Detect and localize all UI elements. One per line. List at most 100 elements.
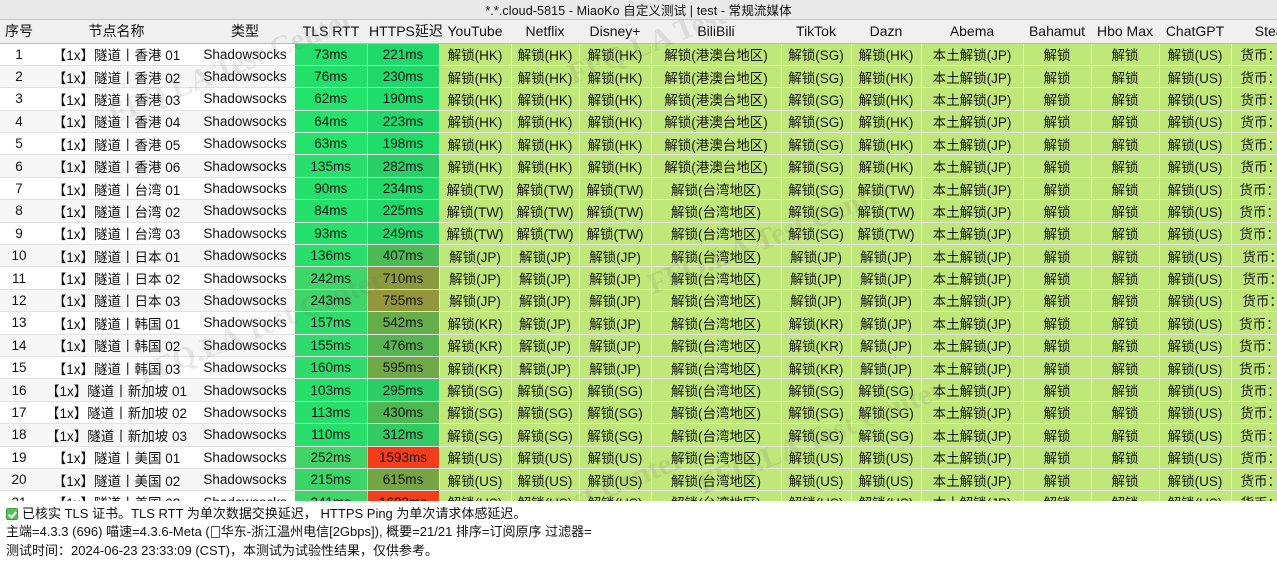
table-row[interactable]: 14 【1x】隧道丨韩国 02 Shadowsocks 155ms 476ms 解锁(KR… <box>0 334 1277 357</box>
column-header-hbomax[interactable]: Hbo Max <box>1091 20 1159 44</box>
media-cell-netflix: 解锁(HK) <box>511 65 580 89</box>
column-header-tls[interactable]: TLS RTT <box>295 20 367 44</box>
tls-rtt-cell: 135ms <box>295 154 368 178</box>
media-cell-netflix: 解锁(SG) <box>511 401 580 425</box>
media-cell-bilibili: 解锁(台湾地区) <box>651 401 782 425</box>
table-row[interactable]: 17 【1x】隧道丨新加坡 02 Shadowsocks 113ms 430ms 解锁(S… <box>0 401 1277 425</box>
column-header-dazn[interactable]: Dazn <box>851 20 921 44</box>
column-header-bahamut[interactable]: Bahamut <box>1023 20 1091 44</box>
table-row[interactable]: 8 【1x】隧道丨台湾 02 Shadowsocks 84ms 225ms 解锁(TW) 解… <box>0 199 1277 223</box>
row-index-cell: 14 <box>0 334 38 357</box>
media-cell-netflix: 解锁(US) <box>511 446 580 469</box>
table-row[interactable]: 15 【1x】隧道丨韩国 03 Shadowsocks 160ms 595ms 解锁(KR… <box>0 356 1277 380</box>
node-name-cell: 【1x】隧道丨台湾 01 <box>38 177 195 201</box>
table-row[interactable]: 16 【1x】隧道丨新加坡 01 Shadowsocks 103ms 295ms 解锁(S… <box>0 378 1277 402</box>
media-cell-chatgpt: 解锁(US) <box>1159 244 1232 268</box>
table-row[interactable]: 9 【1x】隧道丨台湾 03 Shadowsocks 93ms 249ms 解锁(TW) 解… <box>0 222 1277 246</box>
media-cell-steam: 货币：TWD <box>1231 222 1277 246</box>
media-cell-hbomax: 解锁 <box>1091 110 1160 134</box>
node-name-cell: 【1x】隧道丨日本 03 <box>38 289 195 313</box>
media-cell-abema: 本土解锁(JP) <box>921 43 1024 66</box>
column-header-abema[interactable]: Abema <box>921 20 1023 44</box>
column-header-bilibili[interactable]: BiliBili <box>651 20 781 44</box>
media-cell-tiktok: 解锁(SG) <box>781 132 852 156</box>
row-index-cell: 7 <box>0 177 38 201</box>
node-name-cell: 【1x】隧道丨韩国 03 <box>38 356 195 380</box>
table-row[interactable]: 19 【1x】隧道丨美国 01 Shadowsocks 252ms 1593ms 解锁(U… <box>0 446 1277 469</box>
table-row[interactable]: 7 【1x】隧道丨台湾 01 Shadowsocks 90ms 234ms 解锁(TW) 解… <box>0 177 1277 201</box>
table-row[interactable]: 6 【1x】隧道丨香港 06 Shadowsocks 135ms 282ms 解锁(HK)… <box>0 154 1277 178</box>
column-header-type[interactable]: 类型 <box>195 20 295 44</box>
media-cell-chatgpt: 解锁(US) <box>1159 289 1232 313</box>
media-cell-abema: 本土解锁(JP) <box>921 154 1024 178</box>
https-delay-cell: 595ms <box>367 356 440 380</box>
media-cell-steam: 货币：HKD <box>1231 87 1277 111</box>
column-header-netflix[interactable]: Netflix <box>511 20 579 44</box>
media-cell-dazn: 解锁(SG) <box>851 401 922 425</box>
media-cell-abema: 本土解锁(JP) <box>921 356 1024 380</box>
https-delay-cell: 295ms <box>367 378 440 402</box>
column-header-name[interactable]: 节点名称 <box>38 20 195 44</box>
table-row[interactable]: 13 【1x】隧道丨韩国 01 Shadowsocks 157ms 542ms 解锁(KR… <box>0 311 1277 335</box>
media-cell-steam: 货币：JPY <box>1231 289 1277 313</box>
media-cell-bahamut: 解锁 <box>1023 446 1092 469</box>
media-cell-hbomax: 解锁 <box>1091 311 1160 335</box>
media-cell-netflix: 解锁(JP) <box>511 266 580 290</box>
table-row[interactable]: 11 【1x】隧道丨日本 02 Shadowsocks 242ms 710ms 解锁(JP… <box>0 266 1277 290</box>
media-cell-abema: 本土解锁(JP) <box>921 199 1024 223</box>
media-cell-disney: 解锁(SG) <box>579 401 652 425</box>
footer-line-version: 主端=4.3.3 (696) 喵速=4.3.6-Meta (华东-浙江温州电信[… <box>6 523 1271 542</box>
https-delay-cell: 755ms <box>367 289 440 313</box>
table-row[interactable]: 12 【1x】隧道丨日本 03 Shadowsocks 243ms 755ms 解锁(JP… <box>0 289 1277 313</box>
media-cell-steam: 货币：TWD <box>1231 199 1277 223</box>
media-cell-steam: 货币：KRW <box>1231 311 1277 335</box>
media-cell-bahamut: 解锁 <box>1023 110 1092 134</box>
media-cell-disney: 解锁(HK) <box>579 43 652 66</box>
media-cell-bahamut: 解锁 <box>1023 177 1092 201</box>
table-row[interactable]: 4 【1x】隧道丨香港 04 Shadowsocks 64ms 223ms 解锁(HK) 解… <box>0 110 1277 134</box>
media-cell-tiktok: 解锁(SG) <box>781 199 852 223</box>
media-cell-disney: 解锁(JP) <box>579 334 652 357</box>
tls-rtt-cell: 73ms <box>295 43 368 66</box>
column-header-steam[interactable]: Steam <box>1231 20 1277 44</box>
tls-rtt-cell: 242ms <box>295 266 368 290</box>
row-index-cell: 20 <box>0 468 38 492</box>
media-cell-bahamut: 解锁 <box>1023 222 1092 246</box>
media-cell-bahamut: 解锁 <box>1023 401 1092 425</box>
node-type-cell: Shadowsocks <box>195 177 295 201</box>
tls-rtt-cell: 243ms <box>295 289 368 313</box>
table-row[interactable]: 20 【1x】隧道丨美国 02 Shadowsocks 215ms 615ms 解锁(US… <box>0 468 1277 492</box>
media-cell-tiktok: 解锁(KR) <box>781 356 852 380</box>
node-name-cell: 【1x】隧道丨新加坡 03 <box>38 423 195 447</box>
media-cell-tiktok: 解锁(SG) <box>781 378 852 402</box>
table-row[interactable]: 5 【1x】隧道丨香港 05 Shadowsocks 63ms 198ms 解锁(HK) 解… <box>0 132 1277 156</box>
column-header-tiktok[interactable]: TikTok <box>781 20 851 44</box>
tls-rtt-cell: 113ms <box>295 401 368 425</box>
media-cell-steam: 货币：JPY <box>1231 244 1277 268</box>
table-row[interactable]: 18 【1x】隧道丨新加坡 03 Shadowsocks 110ms 312ms 解锁(S… <box>0 423 1277 447</box>
column-header-youtube[interactable]: YouTube <box>439 20 511 44</box>
media-cell-bahamut: 解锁 <box>1023 266 1092 290</box>
media-cell-tiktok: 解锁(SG) <box>781 401 852 425</box>
tls-rtt-cell: 62ms <box>295 87 368 111</box>
column-header-https[interactable]: HTTPS延迟 <box>367 20 443 44</box>
row-index-cell: 19 <box>0 446 38 469</box>
media-cell-youtube: 解锁(KR) <box>439 311 512 335</box>
column-header-chatgpt[interactable]: ChatGPT <box>1159 20 1231 44</box>
column-header-disney[interactable]: Disney+ <box>579 20 651 44</box>
tls-rtt-cell: 215ms <box>295 468 368 492</box>
table-row[interactable]: 1 【1x】隧道丨香港 01 Shadowsocks 73ms 221ms 解锁(HK) 解… <box>0 43 1277 66</box>
node-type-cell: Shadowsocks <box>195 378 295 402</box>
footer-line3-text: 测试时间：2024-06-23 23:33:09 (CST)，本测试为试验性结果… <box>6 542 438 558</box>
table-row[interactable]: 3 【1x】隧道丨香港 03 Shadowsocks 62ms 190ms 解锁(HK) 解… <box>0 87 1277 111</box>
node-name-cell: 【1x】隧道丨香港 01 <box>38 43 195 66</box>
table-row[interactable]: 2 【1x】隧道丨香港 02 Shadowsocks 76ms 230ms 解锁(HK) 解… <box>0 65 1277 89</box>
table-row[interactable]: 10 【1x】隧道丨日本 01 Shadowsocks 136ms 407ms 解锁(JP… <box>0 244 1277 268</box>
column-header-idx[interactable]: 序号 <box>0 20 38 44</box>
media-cell-steam: 货币：SGD <box>1231 378 1277 402</box>
media-cell-disney: 解锁(JP) <box>579 266 652 290</box>
media-cell-hbomax: 解锁 <box>1091 334 1160 357</box>
media-cell-youtube: 解锁(TW) <box>439 222 512 246</box>
media-cell-chatgpt: 解锁(US) <box>1159 43 1232 66</box>
media-cell-bahamut: 解锁 <box>1023 199 1092 223</box>
